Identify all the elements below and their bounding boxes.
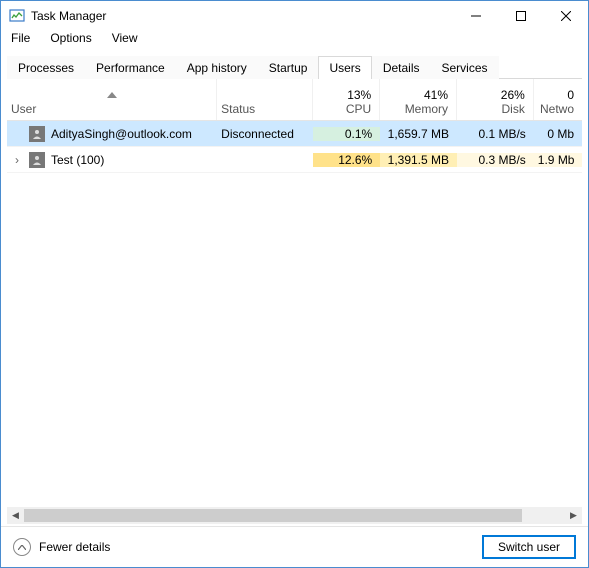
- cell-user: AdityaSingh@outlook.com: [7, 126, 217, 142]
- titlebar: Task Manager: [1, 1, 588, 31]
- tab-startup[interactable]: Startup: [258, 56, 319, 79]
- menubar: File Options View: [1, 31, 588, 51]
- switch-user-button[interactable]: Switch user: [482, 535, 576, 559]
- maximize-button[interactable]: [498, 1, 543, 31]
- table-row[interactable]: › Test (100) 12.6% 1,391.5 MB 0.3 MB/s 1…: [7, 147, 582, 173]
- cell-memory: 1,659.7 MB: [380, 127, 457, 141]
- header-disk[interactable]: 26%Disk: [457, 79, 534, 120]
- fewer-details-button[interactable]: Fewer details: [13, 538, 110, 556]
- sort-indicator-icon: [107, 87, 117, 101]
- cell-user: › Test (100): [7, 152, 217, 168]
- user-icon: [29, 126, 45, 142]
- header-cpu[interactable]: 13%CPU: [313, 79, 380, 120]
- menu-options[interactable]: Options: [46, 31, 95, 49]
- user-name: AdityaSingh@outlook.com: [51, 127, 192, 141]
- user-icon: [29, 152, 45, 168]
- tab-services[interactable]: Services: [431, 56, 499, 79]
- tab-details[interactable]: Details: [372, 56, 431, 79]
- cell-cpu: 12.6%: [313, 153, 380, 167]
- scroll-left-icon[interactable]: ◀: [7, 507, 24, 524]
- chevron-up-icon: [13, 538, 31, 556]
- header-memory[interactable]: 41%Memory: [380, 79, 457, 120]
- minimize-button[interactable]: [453, 1, 498, 31]
- fewer-details-label: Fewer details: [39, 540, 110, 554]
- window-title: Task Manager: [31, 9, 453, 23]
- close-button[interactable]: [543, 1, 588, 31]
- menu-view[interactable]: View: [108, 31, 142, 49]
- tab-processes[interactable]: Processes: [7, 56, 85, 79]
- cell-cpu: 0.1%: [313, 127, 380, 141]
- menu-file[interactable]: File: [7, 31, 34, 49]
- cell-disk: 0.3 MB/s: [457, 153, 534, 167]
- app-icon: [9, 8, 25, 24]
- header-status[interactable]: Status: [217, 79, 313, 120]
- tab-performance[interactable]: Performance: [85, 56, 176, 79]
- scroll-right-icon[interactable]: ▶: [565, 507, 582, 524]
- tab-app-history[interactable]: App history: [176, 56, 258, 79]
- tab-strip: Processes Performance App history Startu…: [7, 55, 582, 79]
- horizontal-scrollbar[interactable]: ◀ ▶: [7, 507, 582, 524]
- table-row[interactable]: AdityaSingh@outlook.com Disconnected 0.1…: [7, 121, 582, 147]
- cell-network: 0 Mb: [534, 127, 582, 141]
- cell-memory: 1,391.5 MB: [380, 153, 457, 167]
- cell-network: 1.9 Mb: [534, 153, 582, 167]
- user-name: Test (100): [51, 153, 104, 167]
- column-headers: User Status 13%CPU 41%Memory 26%Disk 0Ne…: [7, 79, 582, 121]
- expand-icon[interactable]: ›: [11, 153, 23, 167]
- cell-disk: 0.1 MB/s: [457, 127, 534, 141]
- cell-status: Disconnected: [217, 127, 313, 141]
- header-network[interactable]: 0Netwo: [534, 79, 582, 120]
- footer: Fewer details Switch user: [1, 526, 588, 567]
- tab-users[interactable]: Users: [318, 56, 371, 79]
- scroll-thumb[interactable]: [24, 509, 522, 522]
- scroll-track[interactable]: [24, 507, 565, 524]
- user-rows: AdityaSingh@outlook.com Disconnected 0.1…: [7, 121, 582, 507]
